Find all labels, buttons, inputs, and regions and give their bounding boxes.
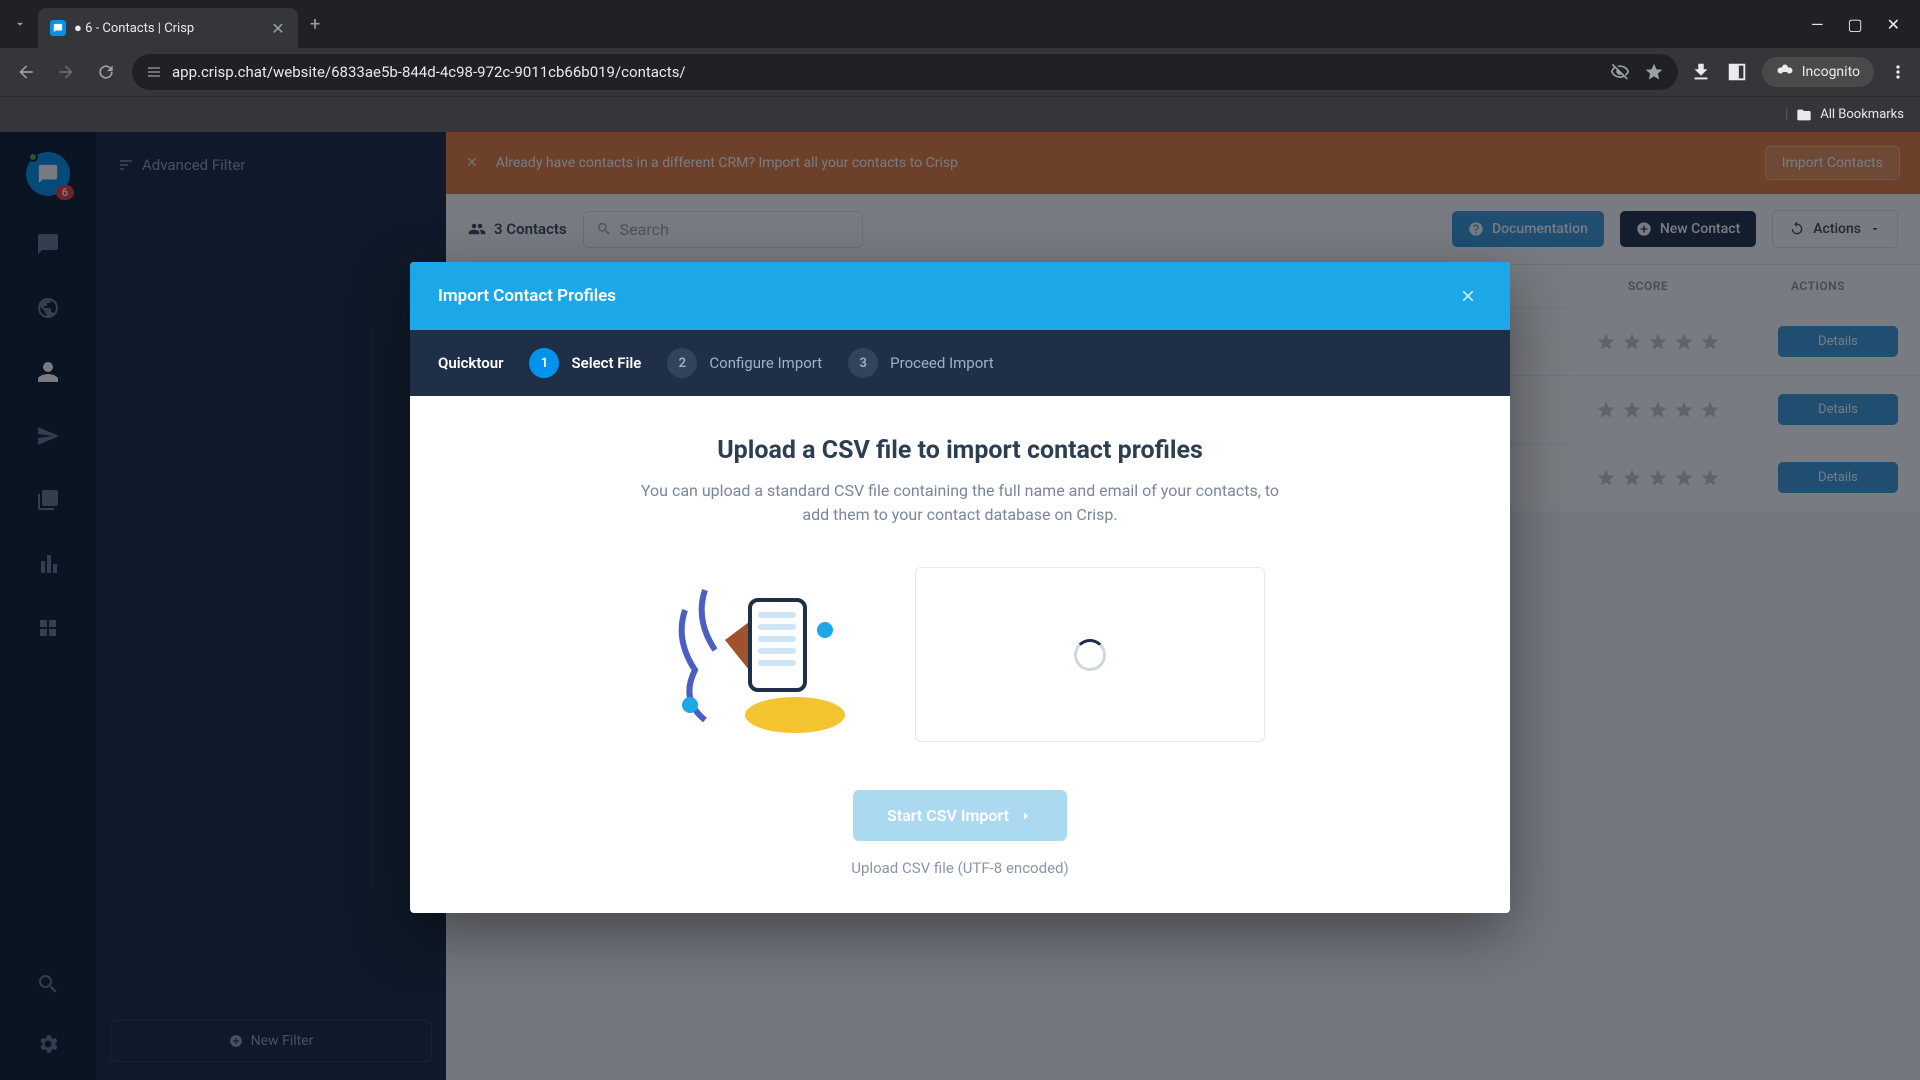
site-settings-icon[interactable]	[146, 64, 162, 80]
window-minimize-icon[interactable]: —	[1811, 15, 1824, 34]
browser-toolbar: app.crisp.chat/website/6833ae5b-844d-4c9…	[0, 48, 1920, 96]
step-label: Select File	[571, 354, 641, 372]
window-controls: — ▢ ✕	[1811, 15, 1912, 34]
modal-body: Upload a CSV file to import contact prof…	[410, 396, 1510, 913]
modal-header: Import Contact Profiles	[410, 262, 1510, 330]
modal-overlay[interactable]: Import Contact Profiles Quicktour 1 Sele…	[0, 132, 1920, 1080]
browser-tab-strip: ● 6 - Contacts | Crisp ✕ + — ▢ ✕	[0, 0, 1920, 48]
close-icon	[1459, 287, 1477, 305]
incognito-icon	[1776, 63, 1794, 81]
step-num: 3	[848, 348, 878, 378]
start-import-label: Start CSV Import	[887, 806, 1009, 825]
folder-icon	[1796, 107, 1812, 123]
upload-note: Upload CSV file (UTF-8 encoded)	[458, 859, 1462, 877]
step-label: Proceed Import	[890, 354, 993, 372]
start-import-button[interactable]: Start CSV Import	[853, 790, 1067, 841]
eye-off-icon[interactable]	[1610, 62, 1630, 82]
nav-back-button[interactable]	[12, 58, 40, 86]
chevron-right-icon	[1019, 809, 1033, 823]
all-bookmarks-link[interactable]: All Bookmarks	[1820, 107, 1904, 122]
window-close-icon[interactable]: ✕	[1887, 15, 1900, 34]
browser-menu-icon[interactable]	[1888, 62, 1908, 82]
step-label: Configure Import	[709, 354, 822, 372]
modal-heading: Upload a CSV file to import contact prof…	[458, 436, 1462, 465]
side-panel-icon[interactable]	[1726, 61, 1748, 83]
nav-forward-button[interactable]	[52, 58, 80, 86]
quicktour-link[interactable]: Quicktour	[438, 354, 503, 372]
incognito-badge[interactable]: Incognito	[1762, 57, 1874, 87]
step-select-file[interactable]: 1 Select File	[529, 348, 641, 378]
bookmarks-bar: | All Bookmarks	[0, 96, 1920, 132]
modal-steps: Quicktour 1 Select File 2 Configure Impo…	[410, 330, 1510, 396]
modal-title: Import Contact Profiles	[438, 286, 616, 306]
step-num: 2	[667, 348, 697, 378]
modal-close-button[interactable]	[1454, 282, 1482, 310]
tab-title: ● 6 - Contacts | Crisp	[74, 20, 262, 36]
step-num: 1	[529, 348, 559, 378]
modal-description: You can upload a standard CSV file conta…	[630, 479, 1290, 527]
incognito-label: Incognito	[1802, 64, 1860, 80]
step-configure-import[interactable]: 2 Configure Import	[667, 348, 822, 378]
tab-close-icon[interactable]: ✕	[270, 20, 286, 36]
import-modal: Import Contact Profiles Quicktour 1 Sele…	[410, 262, 1510, 913]
loading-spinner-icon	[1074, 639, 1106, 671]
window-maximize-icon[interactable]: ▢	[1847, 15, 1862, 34]
url-text: app.crisp.chat/website/6833ae5b-844d-4c9…	[172, 63, 1600, 81]
tab-search-dropdown[interactable]	[8, 12, 32, 36]
bookmark-star-icon[interactable]	[1644, 62, 1664, 82]
tab-favicon-icon	[50, 20, 66, 36]
url-bar[interactable]: app.crisp.chat/website/6833ae5b-844d-4c9…	[132, 54, 1678, 90]
new-tab-button[interactable]: +	[310, 14, 320, 35]
upload-illustration	[655, 570, 855, 740]
nav-reload-button[interactable]	[92, 58, 120, 86]
file-dropzone[interactable]	[915, 567, 1265, 742]
browser-tab[interactable]: ● 6 - Contacts | Crisp ✕	[38, 8, 298, 48]
step-proceed-import[interactable]: 3 Proceed Import	[848, 348, 993, 378]
downloads-icon[interactable]	[1690, 61, 1712, 83]
